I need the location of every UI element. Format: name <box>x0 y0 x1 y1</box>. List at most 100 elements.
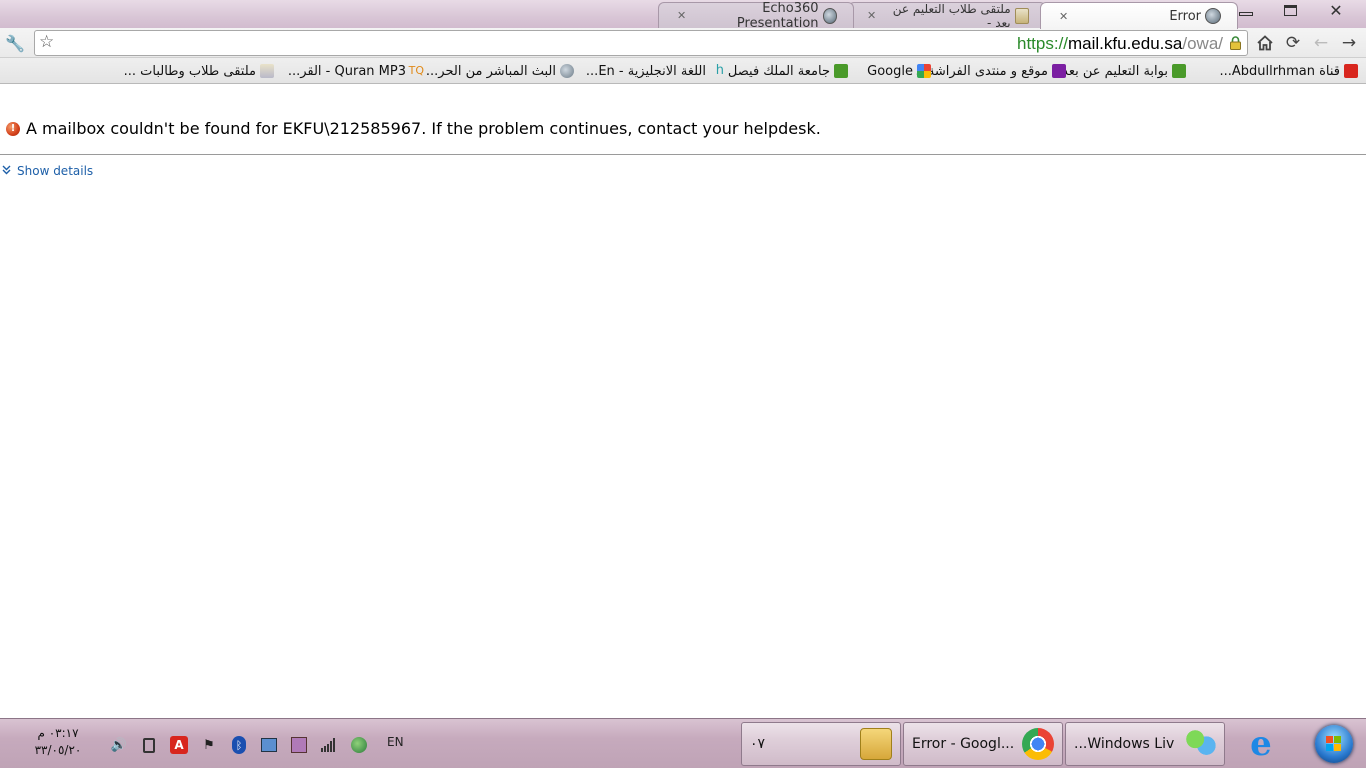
taskbar-chrome-button[interactable]: Error - Googl... <box>903 722 1063 766</box>
taskbar-explorer-button[interactable]: ٠٧ <box>741 722 901 766</box>
bookmark-label: قناة Abdullrhman... <box>1219 63 1340 79</box>
close-window-button[interactable]: ✕ <box>1312 0 1360 20</box>
bookmark-label: جامعة الملك فيصل <box>727 63 830 79</box>
browser-toolbar: 🔧 ☆ https://mail.kfu.edu.sa/owa/ ⟳ ← → <box>0 28 1366 58</box>
yahoo-icon <box>1052 64 1066 78</box>
bookmark-item[interactable]: البث المباشر من الحر... <box>426 62 574 80</box>
close-icon[interactable]: ✕ <box>677 9 686 22</box>
page-icon <box>260 64 274 78</box>
bookmark-item[interactable]: TQ Quran MP3 - القر... <box>288 62 424 80</box>
volume-icon[interactable]: 🔊 <box>110 736 128 754</box>
clock-time: ٠٣:١٧ م <box>37 726 79 740</box>
tab-title: ملتقى طلاب التعليم عن بعد - <box>892 1 1011 30</box>
bluetooth-icon[interactable]: ᛒ <box>230 736 248 754</box>
action-center-icon[interactable]: ⚑ <box>200 736 218 754</box>
bookmark-label: موقع و منتدى الفراشة... <box>915 63 1049 79</box>
h-logo-icon: h <box>715 63 724 78</box>
wrench-icon: 🔧 <box>5 33 25 53</box>
error-message: ! A mailbox couldn't be found for EKFU\2… <box>6 119 821 138</box>
antivirus-icon[interactable]: A <box>170 736 188 754</box>
bookmark-label: بوابة التعليم عن بعد <box>1062 63 1168 79</box>
start-button[interactable] <box>1308 723 1360 765</box>
home-icon <box>1257 35 1273 51</box>
url-path: /owa/ <box>1182 34 1223 53</box>
bookmark-star-icon[interactable]: ☆ <box>39 32 54 52</box>
address-bar[interactable]: ☆ https://mail.kfu.edu.sa/owa/ <box>34 30 1248 56</box>
bookmarks-bar: قناة Abdullrhman... بوابة التعليم عن بعد… <box>0 58 1366 84</box>
close-icon: ✕ <box>1329 0 1343 20</box>
double-chevron-down-icon <box>2 165 14 178</box>
signal-strength-icon[interactable] <box>320 736 338 754</box>
tab-strip: Error ✕ ملتقى طلاب التعليم عن بعد - ✕ Ec… <box>478 1 1238 31</box>
forward-button[interactable]: ← <box>1310 32 1332 54</box>
chrome-icon <box>1022 728 1054 760</box>
home-button[interactable] <box>1254 32 1276 54</box>
taskbar-button-label: ...Windows Liv <box>1074 736 1175 752</box>
usb-icon <box>143 737 155 753</box>
tab-title: Error <box>1169 8 1201 24</box>
reload-button[interactable]: ⟳ <box>1282 32 1304 54</box>
safely-remove-icon[interactable] <box>140 736 158 754</box>
bookmark-item[interactable]: موقع و منتدى الفراشة... <box>915 62 1066 80</box>
divider <box>0 154 1366 155</box>
bookmark-label: اللغة الانجليزية - En... <box>585 63 706 79</box>
globe-icon <box>560 64 574 78</box>
tab-error[interactable]: Error ✕ <box>1040 2 1238 29</box>
taskbar-button-label: ٠٧ <box>750 736 766 752</box>
avira-icon: A <box>170 736 188 754</box>
network-adapter-icon[interactable] <box>260 736 278 754</box>
error-icon: ! <box>6 121 20 136</box>
google-icon <box>917 64 931 78</box>
close-icon[interactable]: ✕ <box>1059 10 1068 23</box>
window-controls: ✕ <box>1224 0 1360 22</box>
restore-icon <box>1283 4 1297 16</box>
taskbar-messenger-button[interactable]: ...Windows Liv <box>1065 722 1225 766</box>
restore-button[interactable] <box>1268 0 1312 20</box>
page-icon <box>1014 7 1029 24</box>
messenger-icon <box>1184 728 1216 760</box>
network-globe-icon[interactable] <box>350 736 368 754</box>
lock-icon <box>1230 36 1241 50</box>
system-clock[interactable]: ٠٣:١٧ م ٣٣/٠٥/٢٠ <box>18 725 98 759</box>
wrench-menu-button[interactable]: 🔧 <box>4 32 26 54</box>
url-host: mail.kfu.edu.sa <box>1068 34 1183 53</box>
error-text: A mailbox couldn't be found for EKFU\212… <box>26 119 821 138</box>
tab-echo360[interactable]: Echo360 Presentation ✕ <box>658 1 854 31</box>
windows-logo-icon <box>1315 725 1353 763</box>
monitor-icon <box>261 738 277 752</box>
bookmark-item[interactable]: ملتقى طلاب وطالبات ... <box>124 62 274 80</box>
bluetooth-symbol: ᛒ <box>232 736 246 754</box>
bookmark-label: Quran MP3 - القر... <box>287 63 406 79</box>
show-details-label: Show details <box>17 164 94 178</box>
globe-icon <box>1205 8 1221 24</box>
app-tray-icon[interactable] <box>290 736 308 754</box>
bookmark-label: Google <box>867 63 913 79</box>
youtube-icon <box>1344 64 1358 78</box>
bookmark-item[interactable]: h اللغة الانجليزية - En... <box>586 62 724 80</box>
clock-date: ٣٣/٠٥/٢٠ <box>34 743 82 757</box>
bookmark-item[interactable]: جامعة الملك فيصل <box>728 62 848 80</box>
bookmark-item[interactable]: بوابة التعليم عن بعد <box>1062 62 1186 80</box>
globe-icon <box>351 737 367 753</box>
tab-forum[interactable]: ملتقى طلاب التعليم عن بعد - ✕ <box>848 1 1046 30</box>
url-scheme: https:// <box>1016 34 1069 53</box>
bookmark-item[interactable]: Google <box>867 62 931 80</box>
taskbar-ie-button[interactable]: e <box>1238 723 1284 765</box>
taskbar-button-label: Error - Googl... <box>912 736 1015 752</box>
page-content: ! A mailbox couldn't be found for EKFU\2… <box>0 85 1366 718</box>
quran-logo-icon: TQ <box>408 64 424 77</box>
folder-icon <box>860 728 892 760</box>
kfu-logo-icon <box>834 64 848 78</box>
url-text: https://mail.kfu.edu.sa/owa/ <box>1017 34 1223 54</box>
language-indicator[interactable]: EN <box>387 735 404 749</box>
cube-icon <box>291 737 307 753</box>
bookmark-label: البث المباشر من الحر... <box>425 63 556 79</box>
kfu-logo-icon <box>1172 64 1186 78</box>
bookmark-item[interactable]: قناة Abdullrhman... <box>1219 62 1358 80</box>
globe-icon <box>822 7 837 24</box>
close-icon[interactable]: ✕ <box>867 9 876 22</box>
show-details-link[interactable]: Show details <box>2 164 93 178</box>
back-button[interactable]: → <box>1338 32 1360 54</box>
windows-taskbar: ٠٣:١٧ م ٣٣/٠٥/٢٠ 🔊 A ⚑ ᛒ EN ٠٧ Error - G… <box>0 718 1366 768</box>
window-titlebar: Error ✕ ملتقى طلاب التعليم عن بعد - ✕ Ec… <box>0 0 1366 31</box>
